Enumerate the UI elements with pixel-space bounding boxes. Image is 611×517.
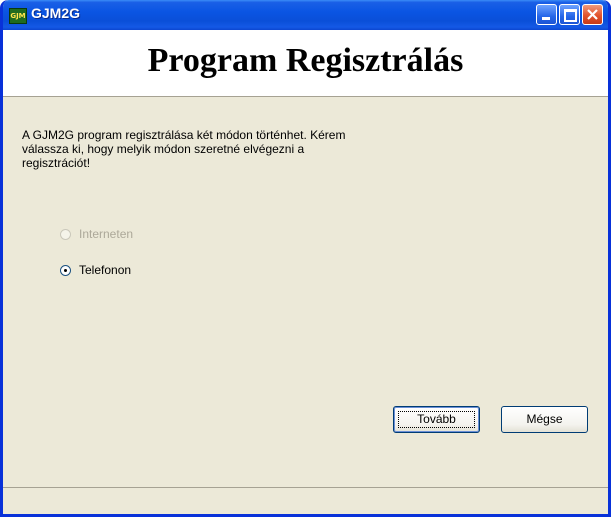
cancel-button[interactable]: Mégse bbox=[501, 406, 588, 433]
option-internet: Interneten bbox=[60, 227, 133, 241]
radio-internet bbox=[60, 228, 71, 240]
radio-phone[interactable] bbox=[60, 264, 71, 276]
header-banner: Program Regisztrálás bbox=[3, 30, 608, 97]
next-button[interactable]: Tovább bbox=[393, 406, 480, 433]
window-title: GJM2G bbox=[31, 5, 81, 21]
instruction-text: A GJM2G program regisztrálása két módon … bbox=[22, 128, 346, 170]
app-icon: GJM bbox=[9, 8, 27, 24]
focus-rect bbox=[398, 411, 475, 428]
minimize-button[interactable] bbox=[536, 4, 557, 25]
close-button[interactable] bbox=[582, 4, 603, 25]
maximize-button[interactable] bbox=[559, 4, 580, 25]
registration-window: GJM GJM2G Program Regisztrálás A GJM2G p… bbox=[0, 0, 611, 517]
option-phone-label: Telefonon bbox=[79, 263, 132, 277]
close-icon bbox=[587, 9, 598, 20]
minimize-icon bbox=[542, 17, 550, 20]
option-phone[interactable]: Telefonon bbox=[60, 263, 131, 277]
dialog-content: A GJM2G program regisztrálása két módon … bbox=[3, 97, 608, 487]
status-bar bbox=[3, 487, 608, 514]
option-internet-label: Interneten bbox=[79, 227, 134, 241]
page-title: Program Regisztrálás bbox=[147, 42, 464, 79]
maximize-icon bbox=[564, 9, 577, 22]
title-bar[interactable]: GJM GJM2G bbox=[3, 0, 608, 30]
